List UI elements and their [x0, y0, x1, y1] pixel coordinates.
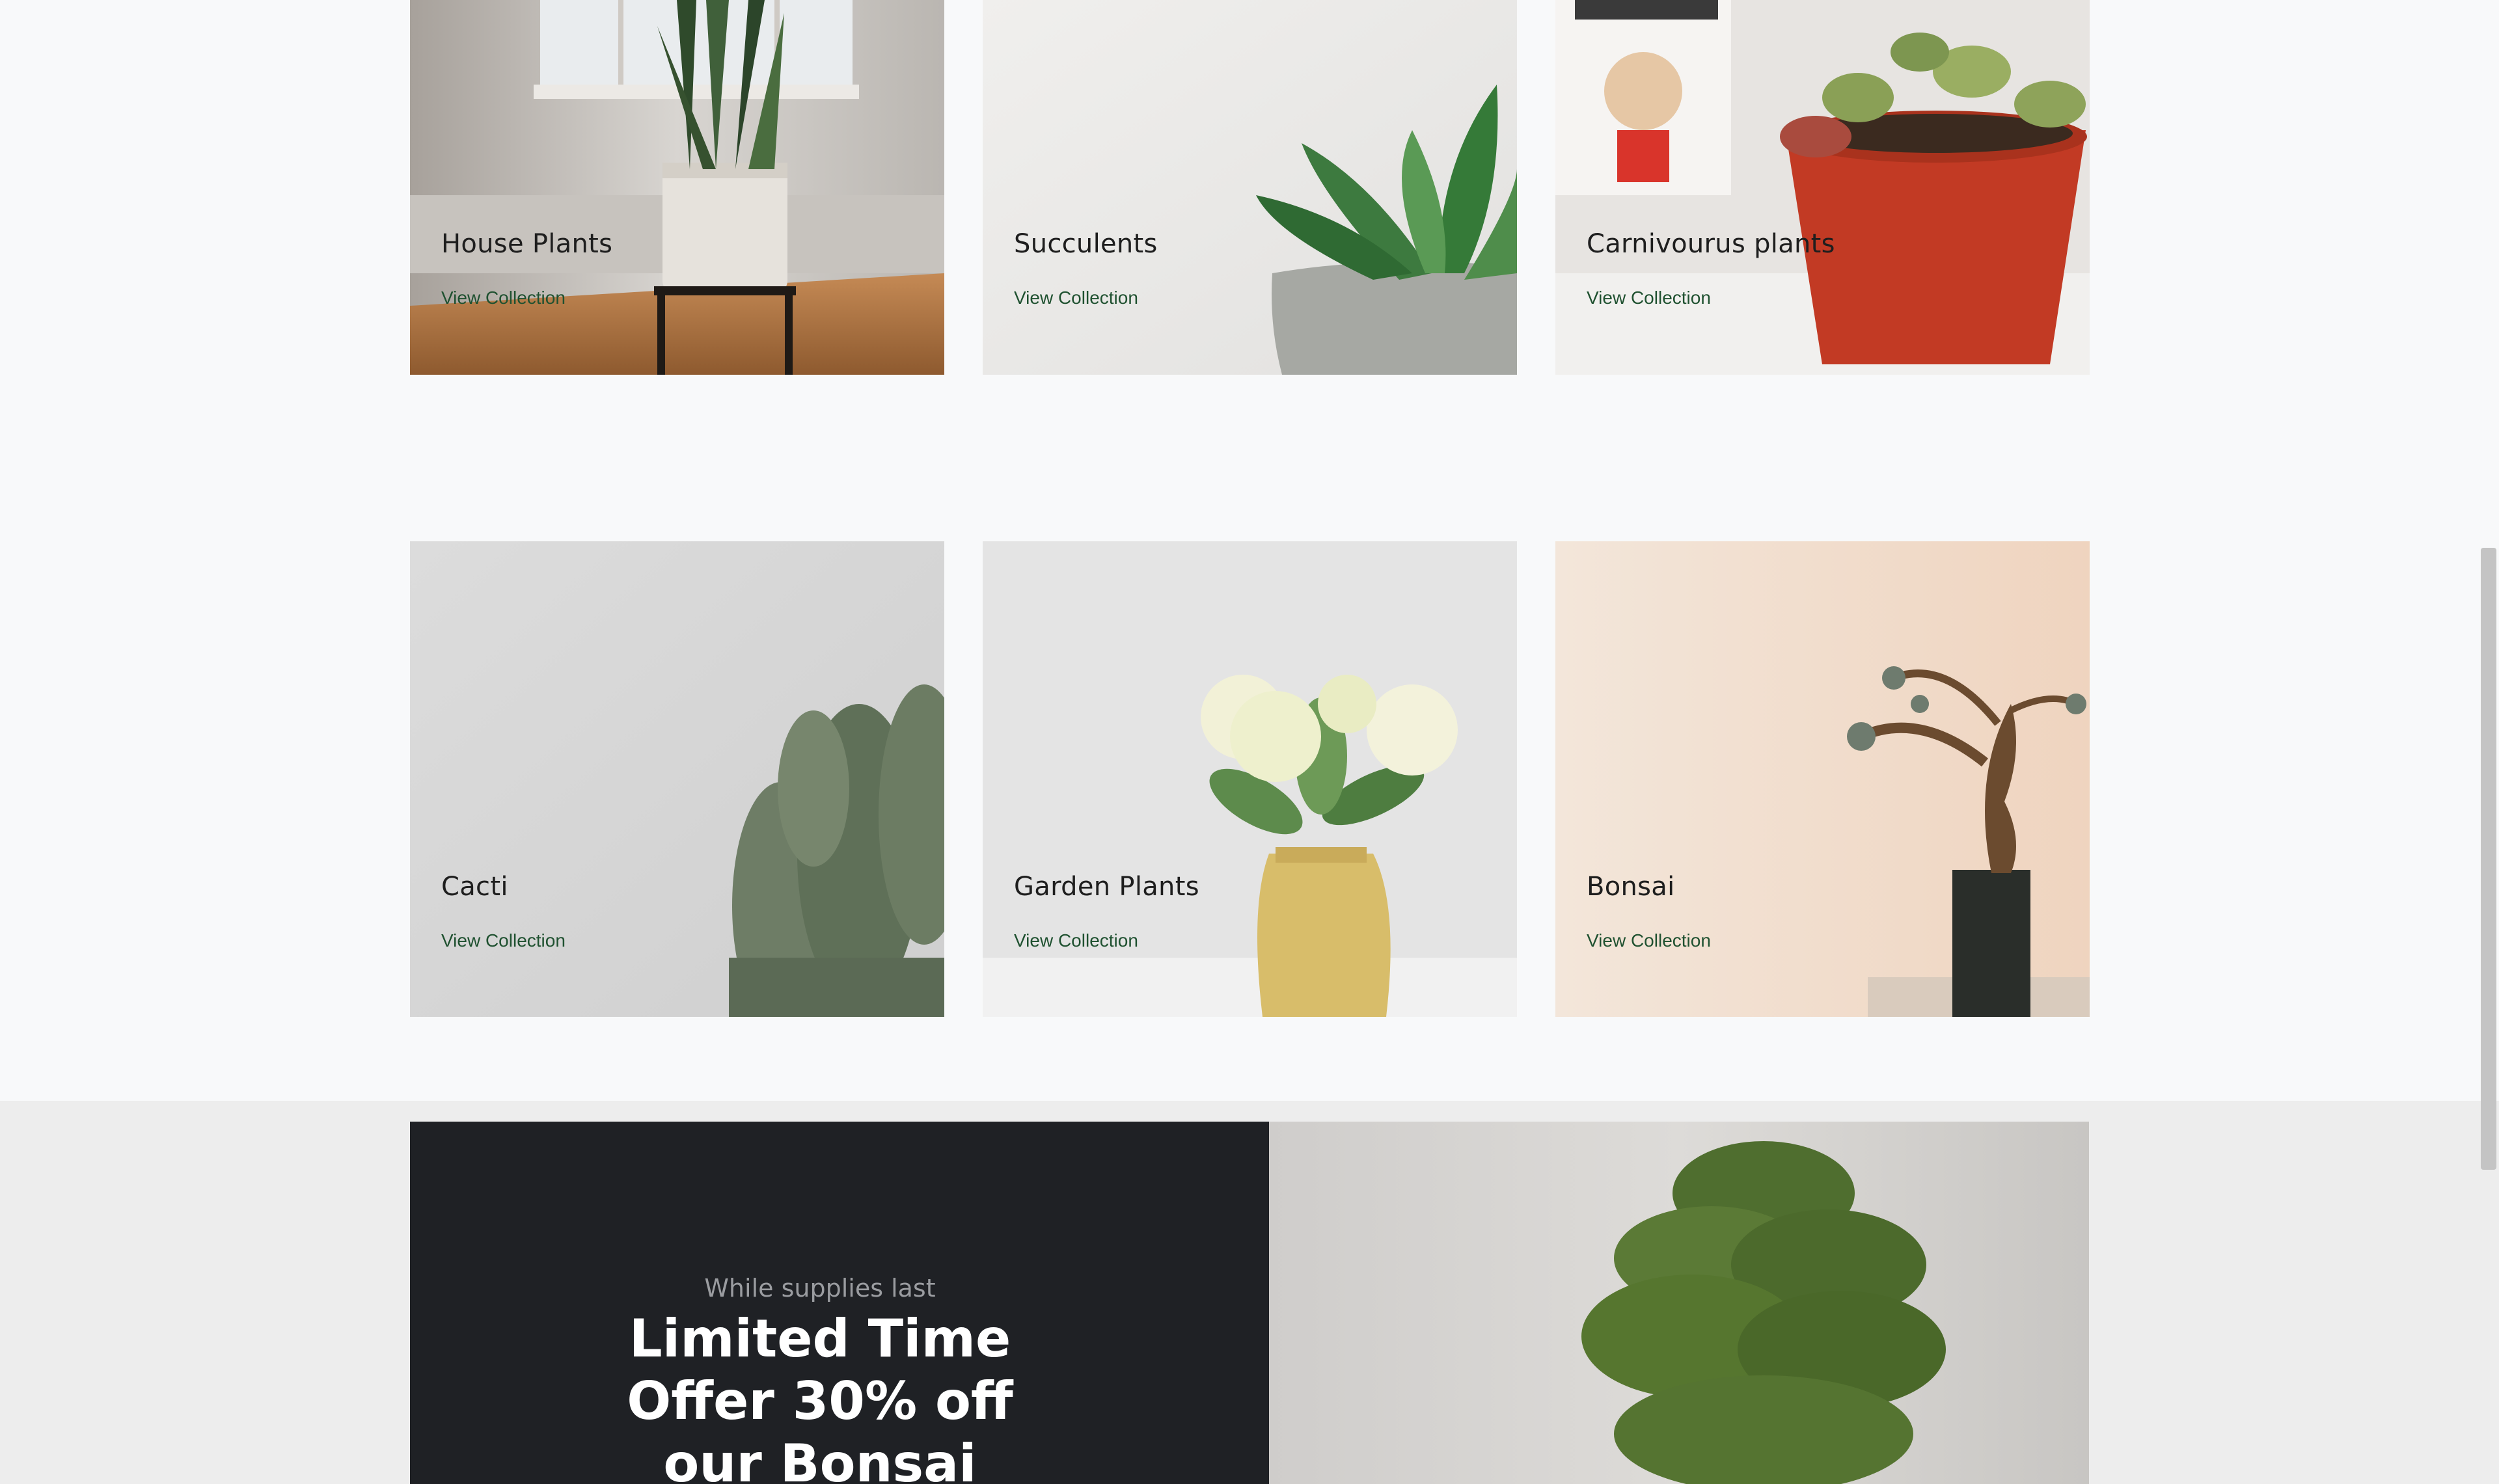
carnivorous-plants-image [1555, 0, 2090, 375]
promo-bonsai-image [1269, 1122, 2089, 1484]
bonsai-tree-photo [1269, 1122, 2089, 1484]
collection-card-house-plants[interactable]: House Plants View Collection [410, 0, 944, 375]
card-title: Succulents [1014, 229, 1158, 259]
card-title: House Plants [441, 229, 613, 259]
collection-card-bonsai[interactable]: Bonsai View Collection [1555, 541, 2090, 1017]
collection-card-carnivorous-plants[interactable]: Carnivourus plants View Collection [1555, 0, 2090, 375]
card-title: Cacti [441, 872, 508, 902]
card-title: Garden Plants [1014, 872, 1199, 902]
view-collection-link[interactable]: View Collection [1014, 930, 1138, 951]
view-collection-link[interactable]: View Collection [441, 930, 566, 951]
collection-card-garden-plants[interactable]: Garden Plants View Collection [983, 541, 1517, 1017]
promo-heading: Limited Time Offer 30% off our Bonsai co… [627, 1308, 1013, 1484]
scrollbar[interactable] [2479, 0, 2499, 1484]
collection-card-succulents[interactable]: Succulents View Collection [983, 0, 1517, 375]
house-plants-image [410, 0, 944, 375]
view-collection-link[interactable]: View Collection [441, 288, 566, 308]
succulents-image [983, 0, 1517, 375]
card-title: Carnivourus plants [1587, 229, 1835, 259]
card-title: Bonsai [1587, 872, 1675, 902]
promo-eyebrow: While supplies last [704, 1274, 936, 1302]
scrollbar-thumb[interactable] [2481, 548, 2496, 1170]
collection-card-cacti[interactable]: Cacti View Collection [410, 541, 944, 1017]
view-collection-link[interactable]: View Collection [1587, 930, 1711, 951]
view-collection-link[interactable]: View Collection [1587, 288, 1711, 308]
view-collection-link[interactable]: View Collection [1014, 288, 1138, 308]
page: House Plants View Collection Succulents … [0, 0, 2499, 1484]
